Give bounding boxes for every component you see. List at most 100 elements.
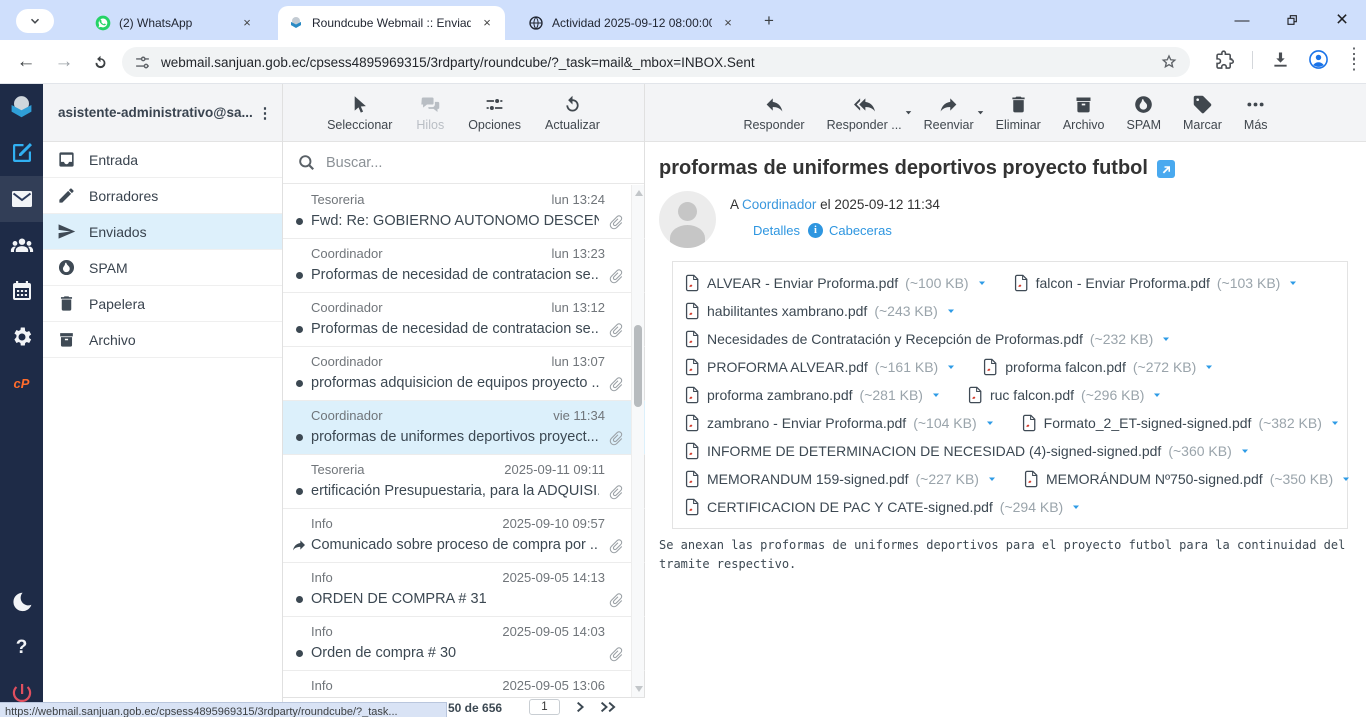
- folder-item-enviados[interactable]: Enviados: [43, 214, 282, 250]
- extensions-icon[interactable]: [1214, 49, 1235, 70]
- view-eliminar-button[interactable]: Eliminar: [996, 94, 1041, 132]
- rail-item-settings[interactable]: [0, 314, 43, 360]
- attachment-row: ALVEAR - Enviar Proforma.pdf(~100 KB) fal…: [685, 269, 1335, 297]
- attachment-item[interactable]: ALVEAR - Enviar Proforma.pdf(~100 KB): [685, 274, 988, 292]
- browser-tab[interactable]: Roundcube Webmail :: Enviados×: [278, 6, 505, 40]
- rail-item-contacts[interactable]: [0, 222, 43, 268]
- attachment-item[interactable]: ruc falcon.pdf(~296 KB): [968, 386, 1164, 404]
- attachment-item[interactable]: MEMORÁNDUM Nº750-signed.pdf(~350 KB): [1024, 470, 1352, 488]
- scroll-up-arrow[interactable]: [635, 190, 643, 196]
- rail-item-dark-mode[interactable]: [0, 579, 43, 625]
- view-archivo-button[interactable]: Archivo: [1063, 94, 1105, 132]
- attachment-size: (~294 KB): [1000, 499, 1063, 515]
- list-seleccionar-button[interactable]: Seleccionar: [327, 94, 392, 132]
- unread-dot-icon: [296, 650, 303, 657]
- rail-item-help[interactable]: ?: [0, 625, 43, 671]
- back-button[interactable]: ←: [14, 50, 38, 74]
- message-row[interactable]: Coordinadorlun 13:23Proformas de necesid…: [283, 239, 645, 293]
- attachment-item[interactable]: INFORME DE DETERMINACION DE NECESIDAD (4…: [685, 442, 1251, 460]
- folder-item-entrada[interactable]: Entrada: [43, 142, 282, 178]
- new-tab-button[interactable]: +: [758, 10, 780, 32]
- view-ms-button[interactable]: Más: [1244, 94, 1268, 132]
- reload-button[interactable]: [88, 50, 112, 74]
- roundcube-icon: [288, 15, 304, 31]
- scrollbar-thumb[interactable]: [634, 325, 642, 407]
- attachment-item[interactable]: Formato_2_ET-signed-signed.pdf(~382 KB): [1022, 414, 1341, 432]
- account-menu-icon[interactable]: ⋮: [256, 104, 274, 122]
- toolbar-button-label: Archivo: [1063, 118, 1105, 132]
- message-subject: ertificación Presupuestaria, para la ADQ…: [311, 483, 599, 499]
- recipient-link[interactable]: Coordinador: [742, 197, 816, 212]
- message-row[interactable]: Coordinadorvie 11:34proformas de uniform…: [283, 401, 645, 455]
- tab-close-icon[interactable]: ×: [479, 15, 495, 31]
- last-page-icon[interactable]: [598, 700, 618, 714]
- browser-tab[interactable]: Actividad 2025-09-12 08:00:00×: [518, 6, 746, 40]
- attachment-row: proforma zambrano.pdf(~281 KB) ruc falcon…: [685, 381, 1335, 409]
- attachment-item[interactable]: proforma zambrano.pdf(~281 KB): [685, 386, 942, 404]
- page-number-input[interactable]: 1: [529, 699, 560, 715]
- attachments-panel: ALVEAR - Enviar Proforma.pdf(~100 KB) fal…: [672, 261, 1348, 529]
- message-row[interactable]: Coordinadorlun 13:12Proformas de necesid…: [283, 293, 645, 347]
- attachment-item[interactable]: Necesidades de Contratación y Recepción …: [685, 330, 1172, 348]
- list-scrollbar[interactable]: [631, 185, 644, 697]
- details-button[interactable]: Detalles: [730, 222, 800, 239]
- folder-item-spam[interactable]: SPAM: [43, 250, 282, 286]
- view-spam-button[interactable]: SPAM: [1127, 94, 1162, 132]
- message-row[interactable]: Coordinadorlun 13:07proformas adquisicio…: [283, 347, 645, 401]
- scroll-down-arrow[interactable]: [635, 686, 643, 692]
- message-row[interactable]: Tesoreria2025-09-11 09:11ertificación Pr…: [283, 455, 645, 509]
- unread-dot-icon: [296, 434, 303, 441]
- profile-avatar[interactable]: [1308, 49, 1329, 70]
- next-page-icon[interactable]: [573, 700, 587, 714]
- browser-actions: ⋮⋮: [1214, 49, 1356, 70]
- attachment-item[interactable]: proforma falcon.pdf(~272 KB): [983, 358, 1215, 376]
- browser-toolbar: ← → webmail.sanjuan.gob.ec/cpsess4895969…: [0, 40, 1366, 84]
- folder-item-archivo[interactable]: Archivo: [43, 322, 282, 358]
- message-row[interactable]: Info2025-09-05 14:03Orden de compra # 30: [283, 617, 645, 671]
- minimize-button[interactable]: —: [1232, 10, 1252, 30]
- folder-item-papelera[interactable]: Papelera: [43, 286, 282, 322]
- message-row[interactable]: Info2025-09-05 13:06: [283, 671, 645, 697]
- caret-down-icon: [1329, 417, 1341, 429]
- message-row[interactable]: Info2025-09-05 14:13ORDEN DE COMPRA # 31: [283, 563, 645, 617]
- message-subject-row: proformas de uniformes deportivos proyec…: [659, 157, 1175, 180]
- search-scope-envelope-icon[interactable]: [578, 152, 600, 174]
- attachment-item[interactable]: habilitantes xambrano.pdf(~243 KB): [685, 302, 957, 320]
- rail-item-compose[interactable]: [0, 130, 43, 176]
- view-responder-button[interactable]: Responder ...: [827, 94, 902, 132]
- forward-button[interactable]: →: [52, 50, 76, 74]
- attachment-size: (~281 KB): [860, 387, 923, 403]
- message-row[interactable]: Info2025-09-10 09:57Comunicado sobre pro…: [283, 509, 645, 563]
- tab-search-button[interactable]: [16, 9, 54, 33]
- folder-item-borradores[interactable]: Borradores: [43, 178, 282, 214]
- attachment-item[interactable]: PROFORMA ALVEAR.pdf(~161 KB): [685, 358, 957, 376]
- caret-down-icon: [975, 107, 986, 118]
- search-options-chevron-icon[interactable]: [614, 155, 630, 171]
- rail-item-calendar[interactable]: [0, 268, 43, 314]
- view-reenviar-button[interactable]: Reenviar: [924, 94, 974, 132]
- attachment-item[interactable]: CERTIFICACION DE PAC Y CATE-signed.pdf(~…: [685, 498, 1082, 516]
- tab-close-icon[interactable]: ×: [720, 15, 736, 31]
- view-responder-button[interactable]: Responder: [743, 94, 804, 132]
- downloads-icon[interactable]: [1270, 49, 1291, 70]
- open-in-new-window-button[interactable]: [1157, 160, 1175, 178]
- browser-menu-icon[interactable]: ⋮⋮: [1346, 50, 1356, 70]
- list-actualizar-button[interactable]: Actualizar: [545, 94, 600, 132]
- browser-tab[interactable]: (2) WhatsApp×: [85, 6, 265, 40]
- restore-button[interactable]: [1282, 10, 1302, 30]
- tab-close-icon[interactable]: ×: [239, 15, 255, 31]
- attachment-item[interactable]: MEMORANDUM 159-signed.pdf(~227 KB): [685, 470, 998, 488]
- rail-item-cpanel[interactable]: cP: [0, 360, 43, 406]
- attachment-item[interactable]: falcon - Enviar Proforma.pdf(~103 KB): [1014, 274, 1300, 292]
- list-opciones-button[interactable]: Opciones: [468, 94, 521, 132]
- message-row[interactable]: Tesorerialun 13:24Fwd: Re: GOBIERNO AUTO…: [283, 185, 645, 239]
- bookmark-star-icon[interactable]: [1160, 53, 1178, 71]
- close-button[interactable]: ×: [1332, 10, 1352, 30]
- site-info-icon[interactable]: [134, 54, 151, 71]
- search-input[interactable]: [326, 155, 578, 171]
- rail-item-mail[interactable]: [0, 176, 43, 222]
- address-bar[interactable]: webmail.sanjuan.gob.ec/cpsess4895969315/…: [122, 47, 1190, 77]
- view-marcar-button[interactable]: Marcar: [1183, 94, 1222, 132]
- headers-button[interactable]: i Cabeceras: [808, 223, 892, 238]
- attachment-item[interactable]: zambrano - Enviar Proforma.pdf(~104 KB): [685, 414, 996, 432]
